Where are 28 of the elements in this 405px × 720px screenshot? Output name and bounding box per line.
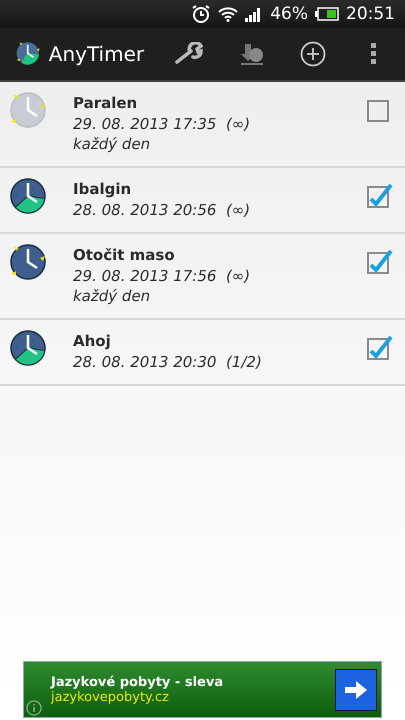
timer-repeat: každý den xyxy=(73,134,152,154)
ad-go-button[interactable] xyxy=(335,668,377,710)
sort-icon xyxy=(238,42,265,66)
ad-banner[interactable]: Jazykové pobyty - sleva jazykovepobyty.cz xyxy=(23,661,382,718)
timer-name: Paralen xyxy=(73,93,138,114)
timer-repeat: každý den xyxy=(73,286,152,306)
timer-checkbox[interactable] xyxy=(367,334,393,360)
app-title: AnyTimer xyxy=(48,42,144,66)
wifi-icon xyxy=(218,6,238,22)
timer-datetime: 29. 08. 2013 17:35 (∞) xyxy=(73,114,252,134)
ad-headline: Jazykové pobyty - sleva xyxy=(51,674,224,690)
clock-time: 20:51 xyxy=(346,4,395,24)
menu-icon xyxy=(370,42,378,66)
timer-name: Ahoj xyxy=(73,331,112,352)
arrow-icon xyxy=(345,680,367,698)
info-icon[interactable] xyxy=(26,700,42,716)
timer-checkbox[interactable] xyxy=(367,248,393,274)
timer-name: Ibalgin xyxy=(73,179,132,200)
timer-name: Otočit maso xyxy=(73,245,176,266)
timer-checkbox[interactable] xyxy=(367,182,393,208)
timer-datetime: 29. 08. 2013 17:56 (∞) xyxy=(73,266,252,286)
battery-percentage: 46% xyxy=(270,4,308,24)
alarm-clock-icon xyxy=(191,4,212,24)
ad-link[interactable]: jazykovepobyty.cz xyxy=(51,690,335,704)
timer-datetime: 28. 08. 2013 20:56 (∞) xyxy=(73,200,252,220)
battery-icon xyxy=(315,7,339,21)
timer-datetime: 28. 08. 2013 20:30 (1/2) xyxy=(73,352,263,372)
plus-icon xyxy=(300,41,326,67)
